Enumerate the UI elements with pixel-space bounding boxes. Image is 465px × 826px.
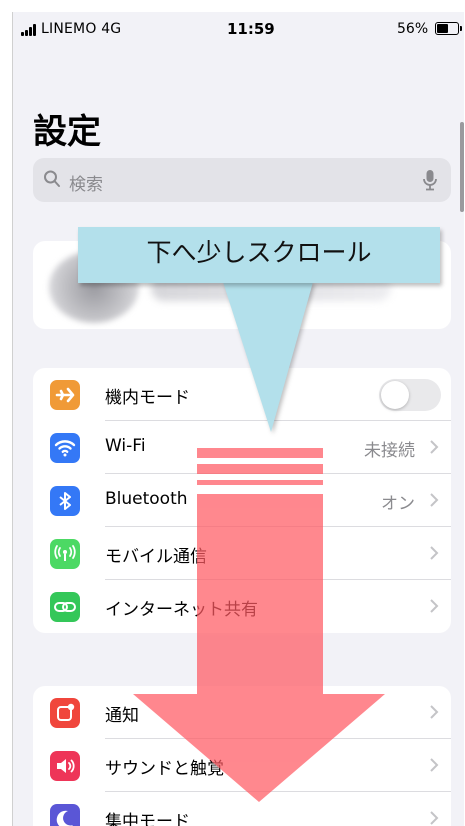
settings-screen: LINEMO 4G 11:59 56% 設定 検索 機内モード Wi-Fi 未接… — [12, 12, 464, 826]
scroll-instruction-callout: 下へ少しスクロール — [78, 227, 440, 283]
callout-text: 下へ少しスクロール — [146, 238, 372, 267]
scroll-down-arrow — [133, 282, 385, 802]
